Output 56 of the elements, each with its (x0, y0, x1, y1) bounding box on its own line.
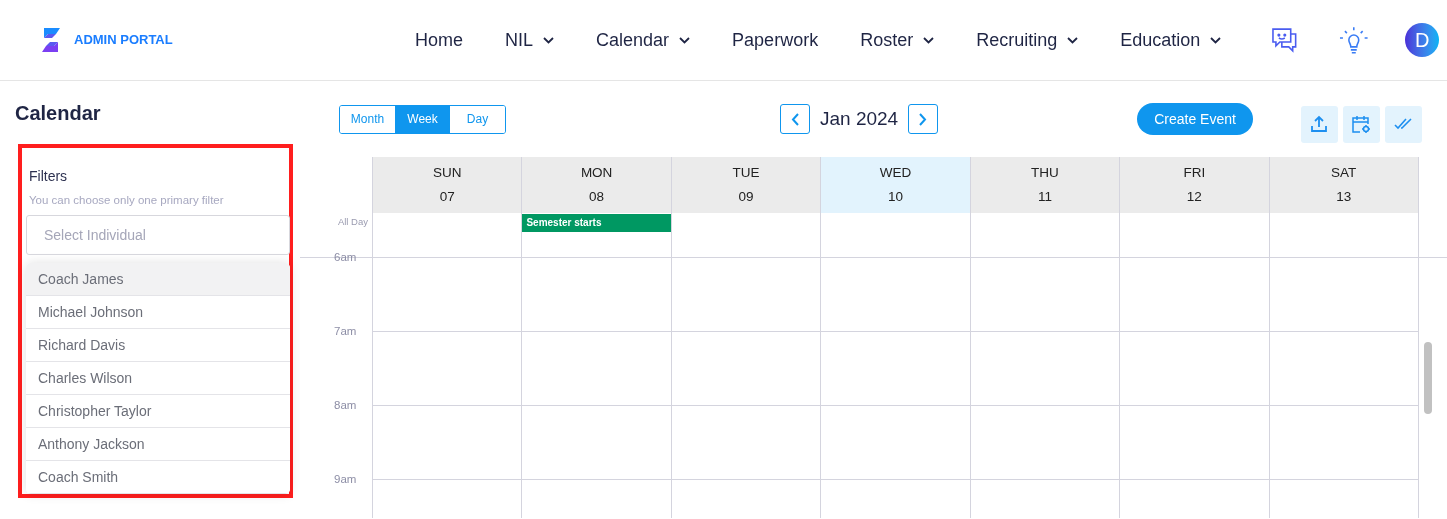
nav-link[interactable]: Roster (860, 26, 935, 54)
filter-hint: You can choose only one primary filter (28, 193, 225, 208)
lightbulb-icon[interactable] (1338, 26, 1369, 54)
nav-link[interactable]: Paperwork (732, 26, 819, 54)
individual-option[interactable]: Charles Wilson (26, 362, 290, 396)
logo-icon (40, 28, 62, 52)
individual-option[interactable]: Richard Davis (26, 329, 290, 363)
double-check-icon (1394, 118, 1413, 130)
individual-option[interactable]: Coach Smith (26, 461, 290, 495)
chevron-right-icon (919, 112, 928, 126)
user-avatar[interactable]: D (1405, 23, 1439, 57)
scrollbar-thumb[interactable] (1424, 342, 1432, 414)
view-tab[interactable]: Week (395, 105, 450, 133)
day-name: MON (580, 163, 613, 182)
chevron-left-icon (791, 112, 799, 126)
chat-icon[interactable] (1271, 27, 1299, 53)
nav-link[interactable]: Home (415, 26, 464, 54)
individual-option[interactable]: Christopher Taylor (26, 395, 290, 429)
hour-label: 8am (334, 398, 357, 413)
day-name: THU (1031, 163, 1059, 182)
hour-label: 7am (334, 324, 357, 339)
page-title: Calendar (15, 101, 102, 125)
calendar-settings-button[interactable] (1342, 105, 1380, 143)
hour-label: 9am (334, 472, 357, 487)
individual-option[interactable]: Anthony Jackson (26, 428, 290, 462)
brand-name: ADMIN PORTAL (74, 31, 173, 50)
day-name: TUE (732, 163, 760, 182)
day-date: 07 (439, 188, 455, 206)
event-chip[interactable]: Semester starts (522, 214, 671, 232)
upload-icon (1310, 115, 1329, 133)
day-name: FRI (1183, 163, 1206, 182)
individual-option[interactable]: Michael Johnson (26, 296, 290, 330)
previous-button[interactable] (780, 104, 810, 134)
nav-link[interactable]: NIL (505, 26, 555, 54)
day-date: 11 (1037, 188, 1052, 206)
nav-link[interactable]: Recruiting (976, 26, 1079, 54)
current-period: Jan 2024 (820, 106, 899, 131)
day-date: 12 (1186, 188, 1202, 206)
day-date: 08 (589, 188, 605, 206)
hour-label: 6am (334, 250, 357, 265)
nav-link[interactable]: Calendar (596, 26, 691, 54)
select-individual-field[interactable]: Select Individual (26, 215, 290, 256)
next-button[interactable] (908, 104, 939, 134)
day-date: 10 (887, 188, 903, 206)
day-date: 09 (738, 188, 754, 206)
create-event-button[interactable]: Create Event (1137, 103, 1253, 135)
day-name: SUN (432, 163, 462, 182)
filters-title: Filters (28, 167, 69, 186)
upload-button[interactable] (1300, 105, 1338, 143)
day-name: WED (879, 163, 912, 182)
day-date: 13 (1336, 188, 1352, 206)
calendar-gear-icon (1351, 114, 1372, 134)
individual-option[interactable]: Coach James (26, 263, 290, 297)
nav-link[interactable]: Education (1120, 26, 1222, 54)
day-name: SAT (1331, 163, 1357, 182)
mark-all-button[interactable] (1384, 105, 1422, 143)
